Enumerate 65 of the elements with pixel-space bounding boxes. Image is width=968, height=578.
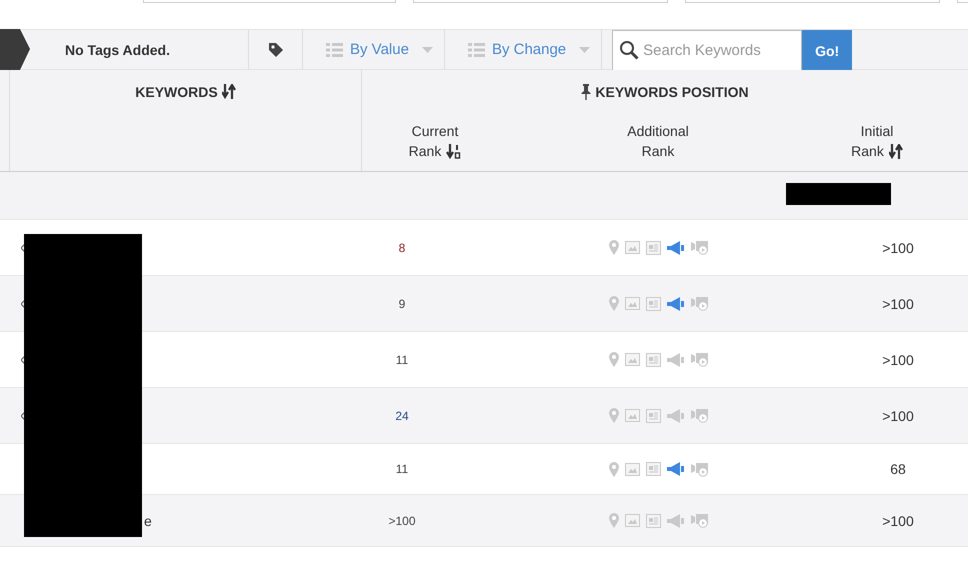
list-icon <box>468 42 485 56</box>
location-icon <box>609 240 619 255</box>
news-icon <box>646 408 661 422</box>
location-icon <box>609 408 619 423</box>
rank-value: >100 <box>881 408 915 424</box>
video-camera-icon <box>691 352 709 367</box>
keyword-text: e <box>143 512 152 528</box>
rank-value: 11 <box>396 462 408 476</box>
search-icon <box>619 40 640 60</box>
column-header: Initial <box>860 122 894 141</box>
video-camera-icon <box>691 408 709 423</box>
input-field[interactable] <box>957 0 968 3</box>
image-icon <box>625 409 640 422</box>
pin-icon <box>581 84 592 100</box>
go-button[interactable]: Go! <box>802 30 852 71</box>
rank-value: 11 <box>396 352 408 366</box>
location-icon <box>609 462 619 476</box>
rank-value: 8 <box>398 240 406 254</box>
rank-value: >100 <box>881 512 915 528</box>
column-header: KEYWORDS <box>135 84 218 100</box>
location-icon <box>609 296 619 311</box>
news-icon <box>646 462 661 476</box>
video-camera-icon <box>691 462 709 476</box>
image-icon <box>625 241 640 254</box>
filter-dropdown[interactable]: By Change <box>444 30 602 69</box>
input-field[interactable] <box>685 0 940 3</box>
column-header: Rank <box>851 142 884 161</box>
column-header: Current <box>412 122 458 141</box>
caret-icon <box>422 46 433 52</box>
image-icon <box>625 353 640 366</box>
image-icon <box>625 514 640 527</box>
rank-value: >100 <box>881 240 915 256</box>
news-icon <box>646 352 661 366</box>
column-header: Rank <box>642 142 674 161</box>
rank-value: 68 <box>889 461 907 477</box>
video-camera-icon <box>691 240 709 255</box>
video-camera-icon <box>691 513 709 528</box>
news-icon <box>646 240 661 254</box>
image-icon <box>625 462 640 476</box>
location-icon <box>609 513 619 528</box>
search-field[interactable]: Search Keywords <box>612 30 802 71</box>
caret-icon <box>579 46 590 52</box>
column-header: Additional <box>627 122 689 141</box>
rank-value: >100 <box>881 296 915 312</box>
input-field[interactable] <box>413 0 668 3</box>
rank-value: 24 <box>395 408 409 422</box>
news-icon <box>646 296 661 310</box>
news-icon <box>646 514 661 528</box>
sort-down-icon[interactable] <box>446 144 462 158</box>
list-icon <box>326 42 343 56</box>
rank-value: >100 <box>388 514 416 528</box>
column-header: Rank <box>408 142 442 161</box>
input-field[interactable] <box>143 0 396 3</box>
location-icon <box>609 352 619 367</box>
rank-value: 9 <box>398 296 406 310</box>
video-camera-icon <box>691 296 709 311</box>
rank-value: >100 <box>881 352 915 368</box>
sort-icon[interactable] <box>888 144 903 158</box>
tags-label: No Tags Added. <box>65 42 170 58</box>
tag-icon[interactable] <box>268 42 284 58</box>
filter-dropdown[interactable]: By Value <box>303 30 445 69</box>
tab-arrow-icon <box>0 29 33 70</box>
sort-icon[interactable] <box>222 84 236 99</box>
column-group-header: KEYWORDS POSITION <box>595 84 749 100</box>
image-icon <box>625 297 640 310</box>
